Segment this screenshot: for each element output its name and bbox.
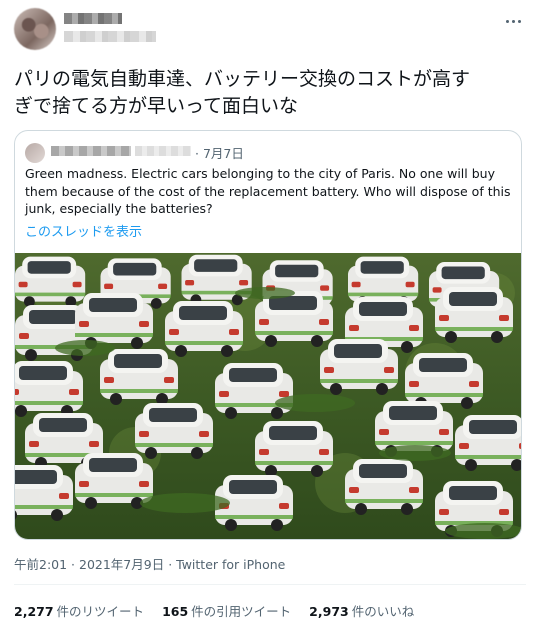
author-handle-blurred[interactable] bbox=[64, 31, 156, 42]
quote-tweet-count-value: 165 bbox=[162, 604, 189, 619]
tweet-timestamp[interactable]: 午前2:01 · 2021年7月9日 bbox=[14, 557, 164, 572]
more-dot bbox=[511, 19, 515, 23]
tweet: パリの電気自動車達、バッテリー交換のコストが高す ぎで捨てる方が早いって面白いな… bbox=[0, 0, 540, 627]
tweet-metadata: 午前2:01 · 2021年7月9日 · Twitter for iPhone bbox=[14, 554, 285, 573]
retweet-count[interactable]: 2,277 件のリツイート bbox=[14, 601, 144, 620]
quoted-tweet-card[interactable]: · 7月7日 Green madness. Electric cars belo… bbox=[14, 130, 522, 540]
meta-separator: · bbox=[164, 557, 177, 572]
author-name-blurred[interactable] bbox=[64, 13, 122, 24]
quoted-author-avatar bbox=[25, 143, 45, 163]
like-count-label: 件のいいね bbox=[351, 604, 415, 619]
author-avatar[interactable] bbox=[14, 8, 56, 50]
quoted-tweet-date[interactable]: · 7月7日 bbox=[195, 143, 244, 162]
more-options-button[interactable] bbox=[500, 10, 526, 32]
quoted-tweet-text: Green madness. Electric cars belonging t… bbox=[25, 166, 511, 216]
tweet-stats: 2,277 件のリツイート 165 件の引用ツイート 2,973 件のいいね bbox=[14, 601, 414, 620]
like-count[interactable]: 2,973 件のいいね bbox=[309, 601, 414, 620]
tweet-text: パリの電気自動車達、バッテリー交換のコストが高す ぎで捨てる方が早いって面白いな bbox=[14, 68, 471, 117]
retweet-count-label: 件のリツイート bbox=[56, 604, 145, 619]
quoted-author-name-blurred bbox=[51, 146, 131, 156]
more-dot bbox=[517, 19, 521, 23]
retweet-count-value: 2,277 bbox=[14, 604, 54, 619]
more-dot bbox=[505, 19, 509, 23]
quote-tweet-count[interactable]: 165 件の引用ツイート bbox=[162, 601, 291, 620]
quoted-author-handle-blurred bbox=[135, 146, 191, 156]
divider bbox=[14, 584, 526, 585]
like-count-value: 2,973 bbox=[309, 604, 349, 619]
tweet-source[interactable]: Twitter for iPhone bbox=[176, 557, 285, 572]
quote-tweet-count-label: 件の引用ツイート bbox=[191, 604, 292, 619]
abandoned-cars-photo[interactable] bbox=[15, 253, 521, 539]
show-thread-link[interactable]: このスレッドを表示 bbox=[25, 221, 142, 240]
